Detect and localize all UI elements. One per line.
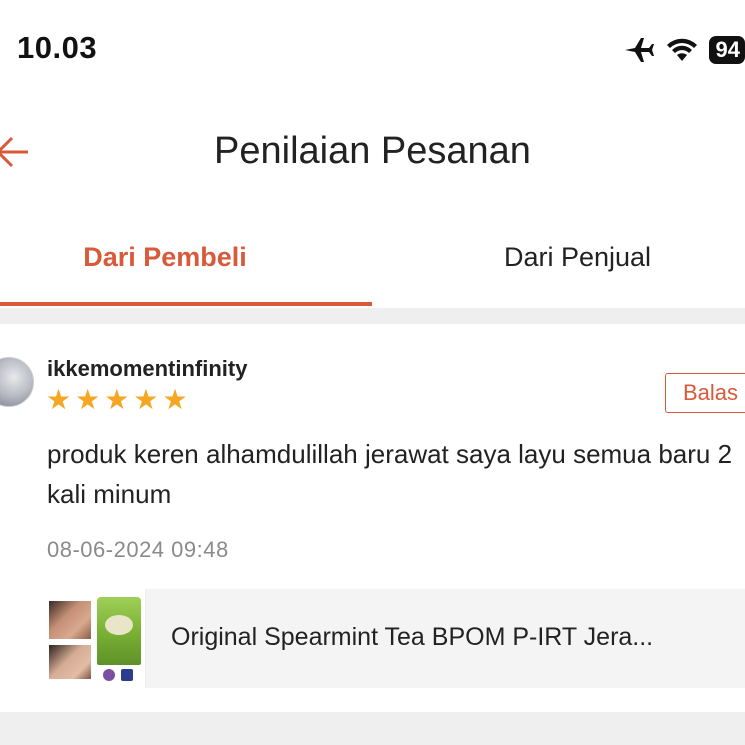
star-icon: ★ bbox=[104, 384, 130, 415]
review-card: ikkemomentinfinity ★ ★ ★ ★ ★ Balas produ… bbox=[0, 324, 745, 712]
airplane-icon bbox=[624, 38, 654, 62]
star-icon: ★ bbox=[75, 384, 101, 415]
header: Penilaian Pesanan bbox=[0, 100, 745, 210]
star-icon: ★ bbox=[46, 384, 72, 415]
page-title: Penilaian Pesanan bbox=[214, 130, 531, 172]
avatar[interactable] bbox=[0, 357, 34, 407]
product-thumbnail bbox=[47, 589, 146, 688]
badge-icon bbox=[103, 669, 115, 681]
status-icons: 94 bbox=[623, 34, 745, 66]
section-divider bbox=[0, 308, 745, 324]
tab-from-seller[interactable]: Dari Penjual bbox=[410, 242, 745, 273]
status-bar: 10.03 94 bbox=[0, 0, 745, 100]
active-tab-indicator bbox=[0, 302, 372, 306]
product-name: Original Spearmint Tea BPOM P-IRT Jera..… bbox=[171, 623, 654, 651]
badge-icon bbox=[121, 669, 133, 681]
status-time: 10.03 bbox=[17, 30, 98, 65]
after-photo bbox=[49, 645, 91, 679]
reply-button[interactable]: Balas bbox=[665, 373, 745, 413]
tab-from-buyer[interactable]: Dari Pembeli bbox=[0, 242, 330, 273]
before-photo bbox=[49, 601, 91, 639]
product-card[interactable]: Original Spearmint Tea BPOM P-IRT Jera..… bbox=[47, 589, 745, 688]
rating-stars: ★ ★ ★ ★ ★ bbox=[46, 386, 188, 414]
review-comment: produk keren alhamdulillah jerawat saya … bbox=[47, 439, 733, 509]
tab-bar: Dari Pembeli Dari Penjual bbox=[0, 210, 745, 308]
review-timestamp: 08-06-2024 09:48 bbox=[47, 537, 229, 562]
reviewer-username: ikkemomentinfinity bbox=[47, 356, 248, 381]
section-divider-bottom bbox=[0, 712, 745, 745]
battery-icon: 94 bbox=[708, 36, 745, 64]
certification-badges bbox=[103, 669, 139, 681]
wifi-icon bbox=[666, 38, 697, 61]
star-icon: ★ bbox=[133, 384, 159, 415]
star-icon: ★ bbox=[162, 384, 188, 415]
tea-package-image bbox=[97, 597, 141, 665]
